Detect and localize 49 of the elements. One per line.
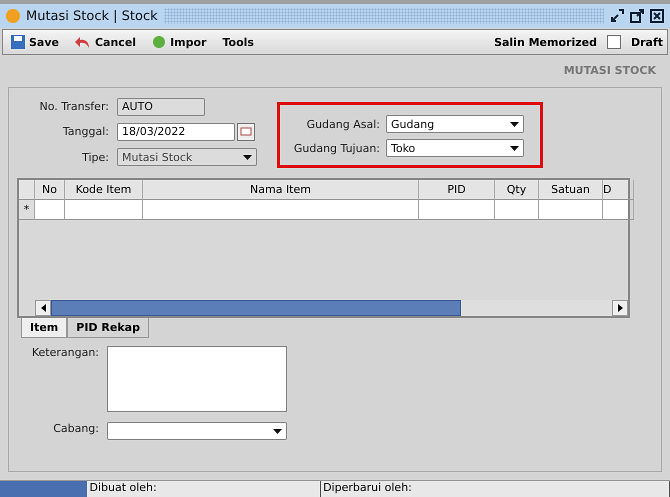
status-text: Dibuat oleh: (87, 481, 322, 497)
keterangan-field[interactable] (107, 346, 287, 412)
scroll-left-icon[interactable] (35, 300, 51, 316)
table-cell[interactable] (419, 200, 495, 220)
caret-icon (243, 154, 252, 160)
save-button[interactable]: Save (3, 35, 67, 49)
close-icon[interactable] (650, 9, 664, 23)
table-cell[interactable] (539, 200, 603, 220)
form-title: MUTASI STOCK (562, 63, 658, 79)
salin-memorized-button[interactable]: Salin Memorized (494, 36, 597, 48)
gudang-tujuan-dropdown[interactable]: Toko (386, 139, 524, 157)
calendar-icon[interactable] (237, 122, 255, 141)
field-label: Gudang Asal: (306, 118, 380, 130)
undo-arrow-icon (74, 35, 91, 49)
table-cell[interactable] (65, 200, 143, 220)
tab[interactable]: PID Rekap (67, 318, 149, 338)
import-button[interactable]: Impor (144, 35, 214, 49)
maximize-icon[interactable] (630, 9, 644, 23)
restore-icon[interactable] (610, 9, 624, 23)
cancel-button[interactable]: Cancel (66, 35, 144, 49)
draft-checkbox[interactable] (606, 35, 621, 49)
caret-icon (273, 428, 282, 434)
table-cell[interactable] (603, 200, 634, 220)
table-cell[interactable] (35, 200, 65, 220)
floppy-icon (11, 35, 25, 49)
status-text: Diperbarui oleh: (321, 481, 670, 497)
scrollbar-thumb[interactable] (51, 300, 461, 316)
circle-icon (152, 35, 166, 49)
field-label: Gudang Tujuan: (292, 142, 380, 154)
field-label: Tanggal: (62, 125, 109, 138)
date-field[interactable]: 18/03/2022 (117, 122, 235, 141)
caret-icon (510, 146, 519, 150)
table-cell[interactable] (143, 200, 419, 220)
tools-menu[interactable]: Tools (214, 36, 262, 48)
field-label: Keterangan: (30, 346, 99, 361)
cabang-dropdown[interactable] (107, 422, 287, 440)
window-title: Mutasi Stock | Stock (26, 8, 158, 24)
field-label: No. Transfer: (38, 100, 109, 114)
tab[interactable]: Item (21, 318, 68, 338)
table-cell[interactable] (495, 200, 539, 220)
caret-icon (510, 122, 519, 126)
draft-label: Draft (630, 36, 663, 48)
no-transfer-field[interactable]: AUTO (117, 98, 205, 116)
row-marker: * (19, 200, 35, 220)
field-label: Tipe: (81, 150, 109, 164)
scroll-right-icon[interactable] (612, 300, 628, 316)
field-label: Cabang: (52, 422, 99, 437)
app-icon (6, 9, 20, 23)
gudang-asal-dropdown[interactable]: Gudang (386, 115, 524, 133)
